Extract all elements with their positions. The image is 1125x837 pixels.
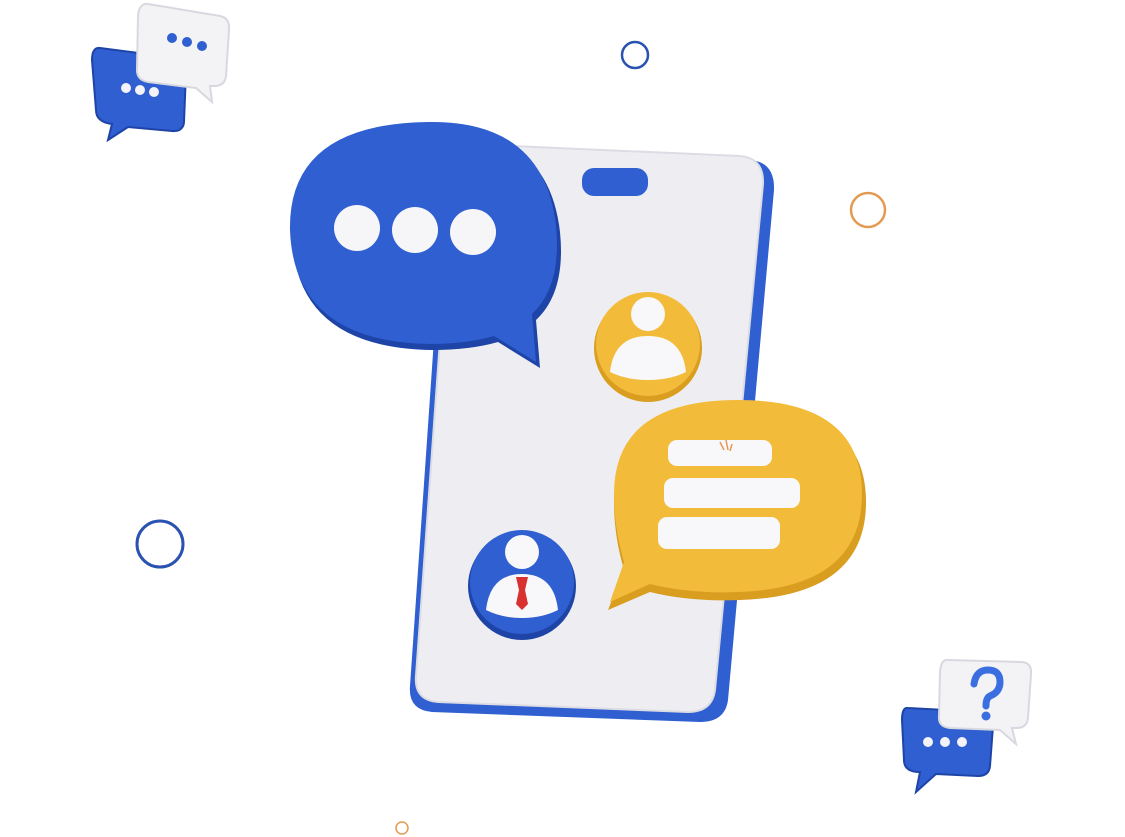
question-chat-icon [900,658,1033,795]
chat-bubbles-icon [90,2,231,143]
user-avatar-icon [594,292,702,402]
business-user-avatar-icon [468,530,576,640]
phone-notch [582,168,648,196]
illustration-scene [90,2,1033,835]
message-bubble-icon [608,400,866,610]
typing-bubble-icon [289,121,561,369]
decor-ring-small [395,821,409,835]
decor-ring-top [620,40,650,70]
decor-ring-left [135,519,185,569]
decor-ring-orange [849,191,887,229]
